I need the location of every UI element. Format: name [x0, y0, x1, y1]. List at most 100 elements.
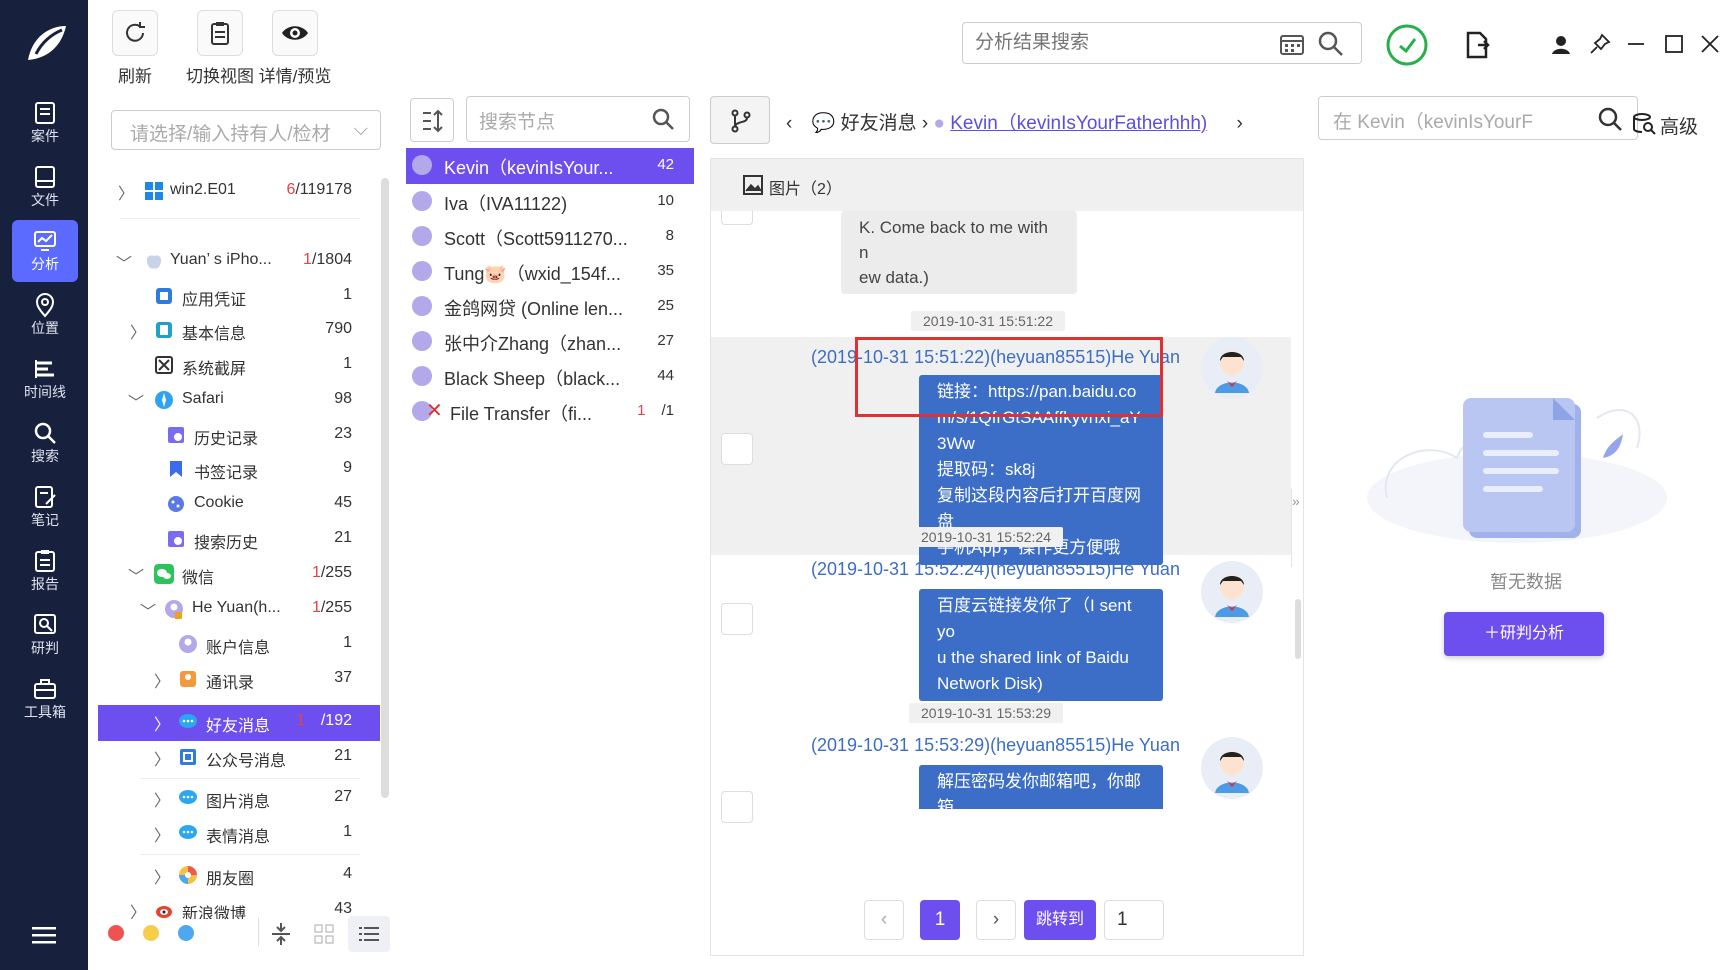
prev-page-button[interactable]: ‹ — [864, 900, 904, 940]
tree-item-search-history[interactable]: 搜索历史 21 — [98, 522, 380, 556]
chevron-right-icon[interactable]: 〉 — [154, 668, 170, 692]
chevron-right-icon[interactable]: 〉 — [154, 864, 170, 888]
contact-item[interactable]: Tung🐷（wxid_154f... 35 — [406, 254, 694, 288]
images-header[interactable]: 图片（2） — [711, 159, 1303, 211]
nav-item-toolbox[interactable]: 工具箱 — [12, 668, 78, 730]
refresh-button[interactable]: 刷新 — [112, 10, 158, 87]
contact-item[interactable]: 金鸽网贷 (Online len... 25 — [406, 289, 694, 323]
chevron-down-icon[interactable]: ﹀ — [140, 598, 156, 622]
chevron-down-icon[interactable]: ﹀ — [116, 250, 132, 274]
pin-icon[interactable] — [1588, 32, 1612, 56]
chevron-down-icon[interactable]: ﹀ — [128, 389, 144, 413]
analyze-button[interactable]: ＋研判分析 — [1444, 612, 1604, 656]
expand-panel-button[interactable]: » — [1291, 489, 1303, 567]
tree-item-history[interactable]: 历史记录 23 — [98, 418, 380, 452]
chevron-right-icon[interactable]: 〉 — [154, 711, 170, 735]
contact-item[interactable]: Kevin（kevinIsYour... 42 — [406, 148, 694, 184]
minimize-icon[interactable] — [1626, 34, 1646, 54]
next-page-button[interactable]: › — [976, 900, 1016, 940]
contact-item[interactable]: ✕ File Transfer（fi... 1/1 — [406, 394, 694, 428]
node-search-input[interactable]: 搜索节点 — [466, 96, 690, 142]
tree-item-app-credential[interactable]: 应用凭证 1 — [98, 279, 380, 313]
branch-button[interactable] — [710, 96, 770, 144]
chevron-right-icon[interactable]: 〉 — [154, 746, 170, 770]
tree-item-heyuan[interactable]: ﹀ He Yuan(h... 1/255 — [98, 592, 380, 626]
tree-item-wechat[interactable]: ﹀ 微信 1/255 — [98, 557, 380, 591]
calendar-icon[interactable] — [1279, 32, 1305, 56]
report-icon — [35, 550, 55, 572]
current-page-button[interactable]: 1 — [920, 900, 960, 940]
tree-item-moments[interactable]: 〉 朋友圈 4 — [98, 858, 380, 892]
jump-button[interactable]: 跳转到 — [1024, 900, 1096, 940]
tree-item-iphone[interactable]: ﹀ Yuan’ s iPho... 1/1804 — [98, 244, 380, 278]
result-search-input[interactable] — [975, 29, 1265, 57]
result-search[interactable] — [962, 22, 1362, 64]
search-icon[interactable] — [1597, 106, 1623, 132]
nav-item-analysis[interactable]: 分析 — [12, 220, 78, 282]
tree-item-cookie[interactable]: Cookie 45 — [98, 487, 380, 521]
user-icon[interactable] — [1550, 34, 1572, 56]
tree-item-friend-messages[interactable]: 〉 好友消息 1/192 — [98, 705, 380, 741]
details-button[interactable]: 详情/预览 — [256, 10, 334, 87]
tree-item-screenshot[interactable]: 系统截屏 1 — [98, 348, 380, 382]
message-checkbox[interactable] — [721, 211, 753, 225]
chat-scrollbar[interactable] — [1295, 599, 1301, 659]
tree-item-account-info[interactable]: 账户信息 1 — [98, 627, 380, 661]
tree-item-weibo[interactable]: 〉 新浪微博 43 — [98, 893, 380, 919]
forward-icon[interactable]: › — [1237, 113, 1243, 134]
nav-item-file[interactable]: 文件 — [12, 156, 78, 218]
tree-item-image-messages[interactable]: 〉 图片消息 27 — [98, 781, 380, 815]
search-icon[interactable] — [1317, 30, 1345, 58]
chevron-right-icon[interactable]: 〉 — [154, 787, 170, 811]
contact-item[interactable]: 张中介Zhang（zhan... 27 — [406, 324, 694, 358]
tree-item-safari[interactable]: ﹀ Safari 98 — [98, 383, 380, 417]
tree-scrollbar[interactable] — [381, 178, 389, 798]
switch-view-button[interactable]: 切换视图 — [182, 10, 258, 87]
tree-item-sticker-messages[interactable]: 〉 表情消息 1 — [98, 816, 380, 850]
jump-page-input[interactable]: 1 — [1104, 900, 1164, 940]
nav-item-report[interactable]: 报告 — [12, 540, 78, 602]
nav-item-judge[interactable]: 研判 — [12, 604, 78, 666]
chevron-right-icon[interactable]: 〉 — [118, 180, 134, 204]
tree-item-win2[interactable]: 〉 win2.E01 6/119178 — [98, 174, 380, 208]
message-checkbox[interactable] — [721, 603, 753, 635]
tree-item-bookmarks[interactable]: 书签记录 9 — [98, 452, 380, 486]
yellow-dot-icon[interactable] — [143, 925, 159, 941]
back-icon[interactable]: ‹ — [786, 113, 792, 134]
grid-view-icon[interactable] — [314, 924, 334, 944]
search-icon[interactable] — [651, 107, 675, 131]
maximize-icon[interactable] — [1664, 34, 1684, 54]
chevron-down-icon[interactable]: ﹀ — [128, 563, 144, 587]
export-icon[interactable] — [1464, 30, 1492, 60]
message-checkbox[interactable] — [721, 791, 753, 823]
empty-state-label: 暂无数据 — [1490, 572, 1562, 592]
holder-select[interactable]: 请选择/输入持有人/检材 ⌵ — [111, 110, 381, 150]
collapse-icon[interactable] — [270, 922, 292, 946]
nav-item-case[interactable]: 案件 — [12, 92, 78, 154]
sort-button[interactable] — [410, 98, 454, 142]
nav-item-timeline[interactable]: 时间线 — [12, 348, 78, 410]
list-view-button[interactable] — [348, 916, 390, 952]
chevron-right-icon[interactable]: 〉 — [130, 319, 146, 343]
tree-item-official-messages[interactable]: 〉 公众号消息 21 — [98, 740, 380, 774]
advanced-search-button[interactable]: 高级 — [1633, 112, 1698, 139]
chat-search-input[interactable]: 在 Kevin（kevinIsYourF — [1318, 96, 1638, 140]
chevron-right-icon[interactable]: 〉 — [130, 899, 146, 919]
chevron-right-icon[interactable]: 〉 — [154, 822, 170, 846]
contact-item[interactable]: Black Sheep（black... 44 — [406, 359, 694, 393]
message-checkbox[interactable] — [721, 433, 753, 465]
red-dot-icon[interactable] — [108, 925, 124, 941]
blue-dot-icon[interactable] — [178, 925, 194, 941]
tree-item-basic-info[interactable]: 〉 基本信息 790 — [98, 313, 380, 347]
breadcrumb-section[interactable]: 好友消息 — [841, 113, 917, 134]
contact-item[interactable]: Iva（IVA11122) 10 — [406, 184, 694, 218]
tree-item-contacts[interactable]: 〉 通讯录 37 — [98, 662, 380, 696]
contact-item[interactable]: Scott（Scott5911270... 8 — [406, 219, 694, 253]
nav-item-note[interactable]: 笔记 — [12, 476, 78, 538]
shield-check-icon[interactable] — [1386, 24, 1428, 66]
nav-item-search[interactable]: 搜索 — [12, 412, 78, 474]
close-icon[interactable] — [1700, 34, 1720, 54]
breadcrumb-contact[interactable]: Kevin（kevinIsYourFatherhhh) — [950, 113, 1207, 134]
menu-icon[interactable] — [32, 925, 56, 945]
nav-item-location[interactable]: 位置 — [12, 284, 78, 346]
